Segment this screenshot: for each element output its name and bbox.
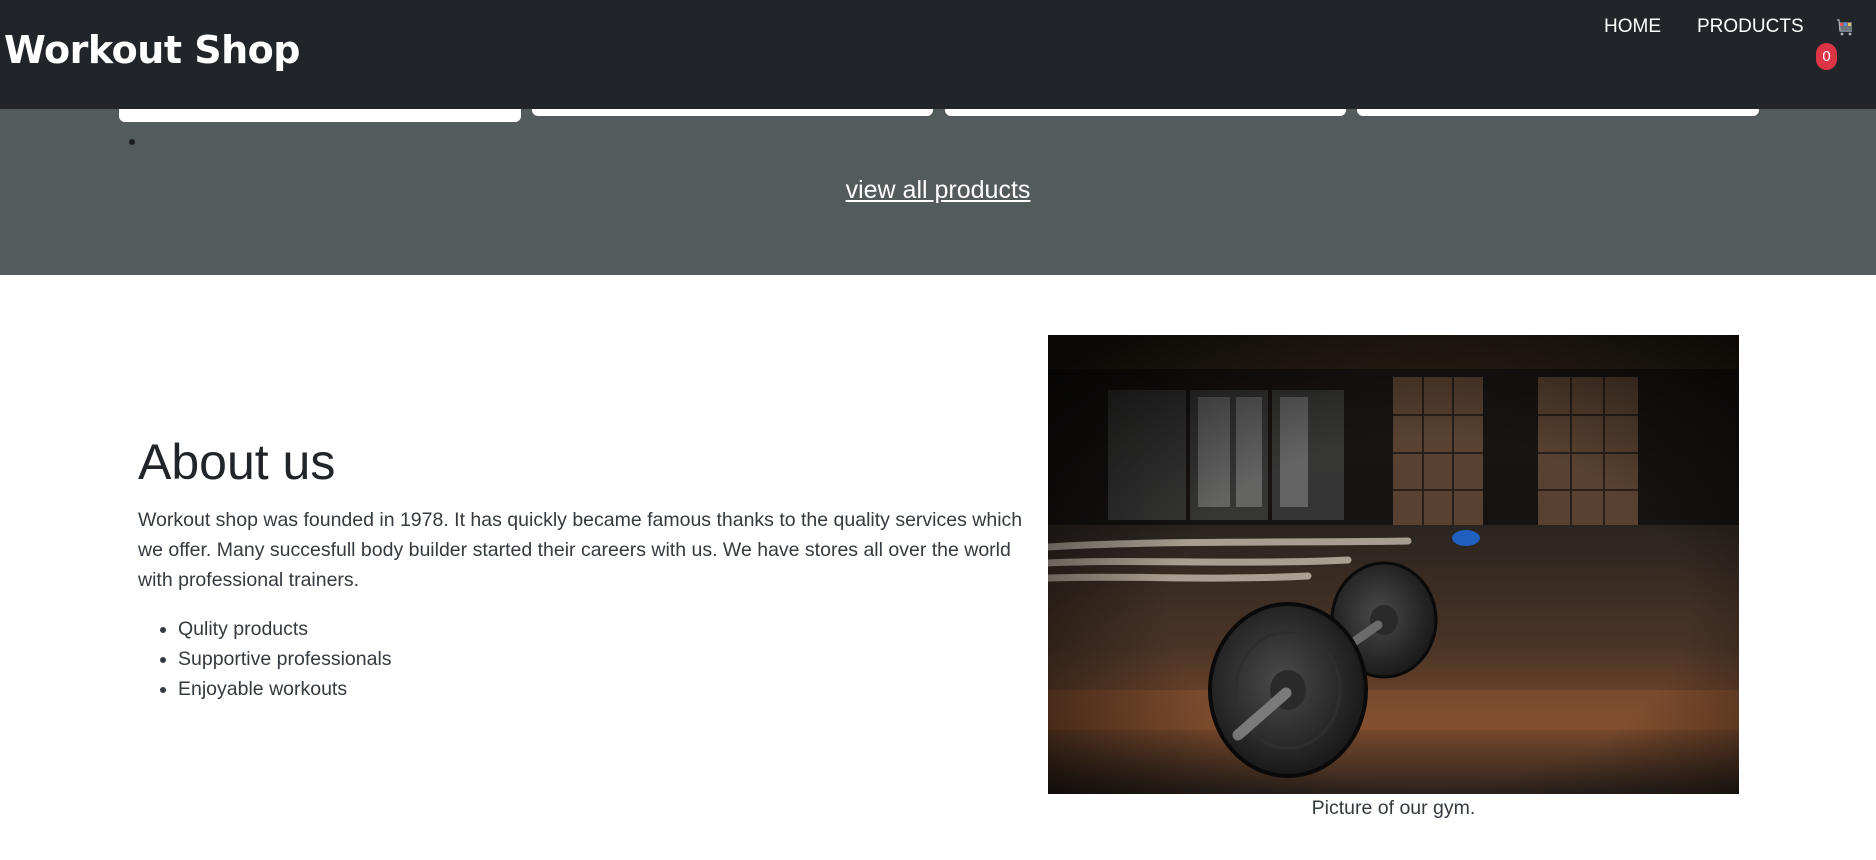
feature-list: Qulity products Supportive professionals… [138, 614, 392, 704]
product-card[interactable] [945, 109, 1346, 116]
gym-picture [1048, 335, 1739, 794]
nav-products-link[interactable]: PRODUCTS [1697, 16, 1804, 38]
shopping-cart-icon[interactable] [1836, 18, 1854, 36]
product-card[interactable] [1357, 109, 1759, 116]
cart-count-badge: 0 [1816, 43, 1837, 70]
about-description: Workout shop was founded in 1978. It has… [138, 509, 1023, 591]
picture-caption: Picture of our gym. [1311, 797, 1476, 819]
gym-photo-illustration [1048, 335, 1739, 794]
product-card[interactable] [532, 109, 933, 116]
list-item: Enjoyable workouts [178, 674, 392, 704]
carousel-indicator-dot[interactable] [129, 139, 135, 145]
view-all-container: view all products [0, 176, 1876, 205]
top-navbar: Workout Shop HOME PRODUCTS 0 [0, 0, 1876, 109]
list-item: Qulity products [178, 614, 392, 644]
list-item: Supportive professionals [178, 644, 392, 674]
view-all-products-link[interactable]: view all products [846, 176, 1031, 204]
products-section: view all products [0, 109, 1876, 275]
nav-home-link[interactable]: HOME [1604, 16, 1661, 38]
brand-logo[interactable]: Workout Shop [4, 28, 300, 72]
about-title: About us [138, 434, 336, 490]
product-card[interactable] [119, 109, 521, 122]
